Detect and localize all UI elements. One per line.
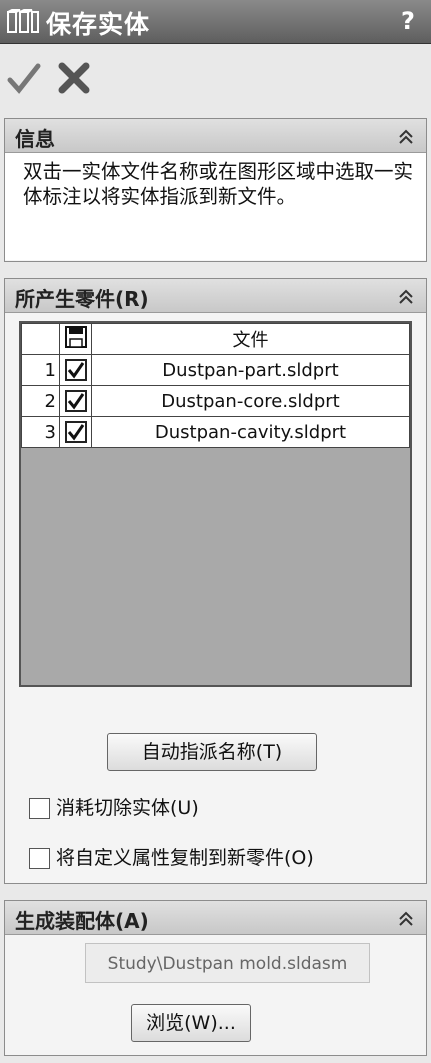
row-number: 3	[21, 416, 60, 448]
checkmark-icon	[67, 393, 84, 410]
consume-cuts-label: 消耗切除实体(U)	[56, 797, 199, 819]
info-message: 双击一实体文件名称或在图形区域中选取一实体标注以将实体指派到新文件。	[5, 153, 426, 260]
save-bodies-icon	[7, 9, 39, 33]
table-row[interactable]: 3 Dustpan-cavity.sldprt	[21, 416, 410, 448]
row-number: 2	[21, 385, 60, 417]
assembly-path-field[interactable]: Study\Dustpan mold.sldasm	[85, 943, 370, 983]
browse-button[interactable]: 浏览(W)...	[131, 1004, 251, 1042]
checkmark-icon	[67, 362, 84, 379]
collapse-chevron-icon[interactable]	[396, 127, 416, 147]
table-row[interactable]: 1 Dustpan-part.sldprt	[21, 354, 410, 386]
assembly-group-header[interactable]: 生成装配体(A)	[5, 901, 426, 935]
file-name-cell[interactable]: Dustpan-core.sldprt	[91, 385, 410, 417]
collapse-chevron-icon[interactable]	[396, 909, 416, 929]
checkmark-icon	[67, 424, 84, 441]
save-disk-icon	[64, 325, 87, 348]
parts-group-header[interactable]: 所产生零件(R)	[5, 279, 426, 313]
save-checkbox-cell[interactable]	[59, 385, 92, 417]
save-column-header	[59, 323, 92, 355]
save-checkbox[interactable]	[64, 390, 87, 412]
auto-assign-names-button[interactable]: 自动指派名称(T)	[107, 733, 317, 771]
help-button[interactable]: ?	[393, 6, 423, 36]
table-header-row: 文件	[21, 323, 410, 355]
parts-table: 文件 1 Dustpan-part.sldprt 2 Dustpan-core.sld…	[19, 321, 412, 687]
file-name-cell[interactable]: Dustpan-cavity.sldprt	[91, 416, 410, 448]
collapse-chevron-icon[interactable]	[396, 287, 416, 307]
info-group-title: 信息	[15, 127, 55, 151]
row-number-header	[21, 323, 60, 355]
row-number: 1	[21, 354, 60, 386]
save-checkbox[interactable]	[64, 421, 87, 443]
table-row[interactable]: 2 Dustpan-core.sldprt	[21, 385, 410, 417]
info-group-header[interactable]: 信息	[5, 119, 426, 153]
window-title: 保存实体	[46, 10, 151, 39]
create-assembly-group: 生成装配体(A) Study\Dustpan mold.sldasm 浏览(W)…	[4, 900, 427, 1056]
copy-props-checkbox-row[interactable]: 将自定义属性复制到新零件(O)	[29, 843, 314, 871]
assembly-group-title: 生成装配体(A)	[15, 909, 149, 933]
file-name-cell[interactable]: Dustpan-part.sldprt	[91, 354, 410, 386]
save-checkbox-cell[interactable]	[59, 354, 92, 386]
copy-props-label: 将自定义属性复制到新零件(O)	[56, 847, 314, 869]
info-group: 信息 双击一实体文件名称或在图形区域中选取一实体标注以将实体指派到新文件。	[4, 118, 427, 262]
ok-check-icon[interactable]	[6, 60, 42, 96]
cancel-x-icon[interactable]	[56, 60, 92, 96]
copy-props-checkbox[interactable]	[29, 848, 50, 869]
title-bar: 保存实体 ?	[0, 0, 431, 44]
resulting-parts-group: 所产生零件(R) 文件 1 Dustpan-part.sldprt 2 Dust…	[4, 278, 427, 884]
save-checkbox-cell[interactable]	[59, 416, 92, 448]
parts-group-title: 所产生零件(R)	[15, 287, 149, 311]
consume-cuts-checkbox[interactable]	[29, 798, 50, 819]
file-column-header[interactable]: 文件	[91, 323, 410, 355]
save-checkbox[interactable]	[64, 359, 87, 381]
consume-cuts-checkbox-row[interactable]: 消耗切除实体(U)	[29, 793, 199, 821]
ok-cancel-bar	[0, 48, 431, 108]
